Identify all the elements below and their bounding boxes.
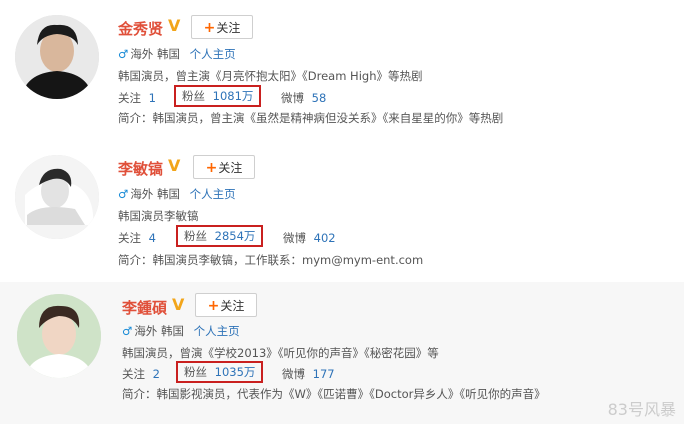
weibo-count: 177 (312, 367, 335, 381)
profile-name[interactable]: 李鍾碩 (122, 297, 167, 318)
homepage-link[interactable]: 个人主页 (190, 187, 236, 201)
description: 韩国演员李敏镐 (118, 209, 199, 223)
region-line: ♂ 海外 韩国 个人主页 (122, 323, 240, 339)
fans-count: 1035万 (214, 365, 256, 379)
profile-name[interactable]: 金秀贤 (118, 18, 163, 39)
fans-label: 粉丝 (182, 89, 205, 103)
plus-icon: + (203, 20, 216, 36)
male-icon: ♂ (118, 47, 129, 61)
follow-button[interactable]: +关注 (191, 15, 253, 39)
weibo-label: 微博 (281, 91, 304, 105)
follow-button[interactable]: +关注 (195, 293, 257, 317)
follow-label: 关注 (216, 21, 241, 35)
description: 韩国演员，曾演《学校2013》《听见你的声音》《秘密花园》等 (122, 346, 439, 360)
weibo-stat[interactable]: 微博 58 (281, 90, 326, 106)
avatar[interactable] (15, 155, 99, 239)
fans-count: 2854万 (214, 229, 256, 243)
following-count: 4 (148, 231, 156, 245)
following-stat[interactable]: 关注 2 (122, 366, 160, 382)
plus-icon: + (205, 160, 218, 176)
weibo-count: 402 (313, 231, 336, 245)
male-icon: ♂ (118, 187, 129, 201)
fans-label: 粉丝 (184, 365, 207, 379)
following-stat[interactable]: 关注 4 (118, 230, 156, 246)
profile-card-1: 金秀贤 V +关注 ♂ 海外 韩国 个人主页 韩国演员，曾主演《月亮怀抱太阳》《D… (0, 0, 684, 140)
homepage-link[interactable]: 个人主页 (190, 47, 236, 61)
fans-label: 粉丝 (184, 229, 207, 243)
following-label: 关注 (118, 231, 141, 245)
intro: 简介：韩国演员李敏镐，工作联系：mym@mym-ent.com (118, 253, 424, 267)
following-label: 关注 (118, 91, 141, 105)
region: 海外 韩国 (134, 324, 184, 338)
fans-stat[interactable]: 粉丝 2854万 (176, 225, 264, 247)
following-count: 2 (152, 367, 160, 381)
profile-card-2: 李敏镐 V +关注 ♂ 海外 韩国 个人主页 韩国演员李敏镐 关注 4 粉丝 28… (0, 140, 684, 280)
fans-count: 1081万 (212, 89, 254, 103)
homepage-link[interactable]: 个人主页 (194, 324, 240, 338)
profile-card-3: 李鍾碩 V +关注 ♂ 海外 韩国 个人主页 韩国演员，曾演《学校2013》《听见… (0, 282, 684, 424)
plus-icon: + (207, 298, 220, 314)
region: 海外 韩国 (130, 187, 180, 201)
weibo-label: 微博 (283, 231, 306, 245)
description: 韩国演员，曾主演《月亮怀抱太阳》《Dream High》等热剧 (118, 69, 423, 83)
region: 海外 韩国 (130, 47, 180, 61)
following-label: 关注 (122, 367, 145, 381)
verified-icon: V (172, 295, 185, 314)
weibo-stat[interactable]: 微博 177 (282, 366, 335, 382)
avatar[interactable] (15, 15, 99, 99)
avatar[interactable] (17, 294, 101, 378)
intro: 简介：韩国演员，曾主演《虽然是精神病但没关系》《来自星星的你》等热剧 (118, 111, 504, 125)
region-line: ♂ 海外 韩国 个人主页 (118, 186, 236, 202)
male-icon: ♂ (122, 324, 133, 338)
intro: 简介：韩国影视演员，代表作为《W》《匹诺曹》《Doctor异乡人》《听见你的声音… (122, 387, 546, 401)
region-line: ♂ 海外 韩国 个人主页 (118, 46, 236, 62)
weibo-stat[interactable]: 微博 402 (283, 230, 336, 246)
weibo-label: 微博 (282, 367, 305, 381)
follow-button[interactable]: +关注 (193, 155, 255, 179)
fans-stat[interactable]: 粉丝 1035万 (176, 361, 264, 383)
fans-stat[interactable]: 粉丝 1081万 (174, 85, 262, 107)
weibo-count: 58 (311, 91, 327, 105)
verified-icon: V (168, 16, 181, 35)
follow-label: 关注 (218, 161, 243, 175)
follow-label: 关注 (220, 299, 245, 313)
watermark: 83号风暴 (607, 400, 676, 419)
following-count: 1 (148, 91, 156, 105)
following-stat[interactable]: 关注 1 (118, 90, 156, 106)
verified-icon: V (168, 156, 181, 175)
profile-name[interactable]: 李敏镐 (118, 158, 163, 179)
